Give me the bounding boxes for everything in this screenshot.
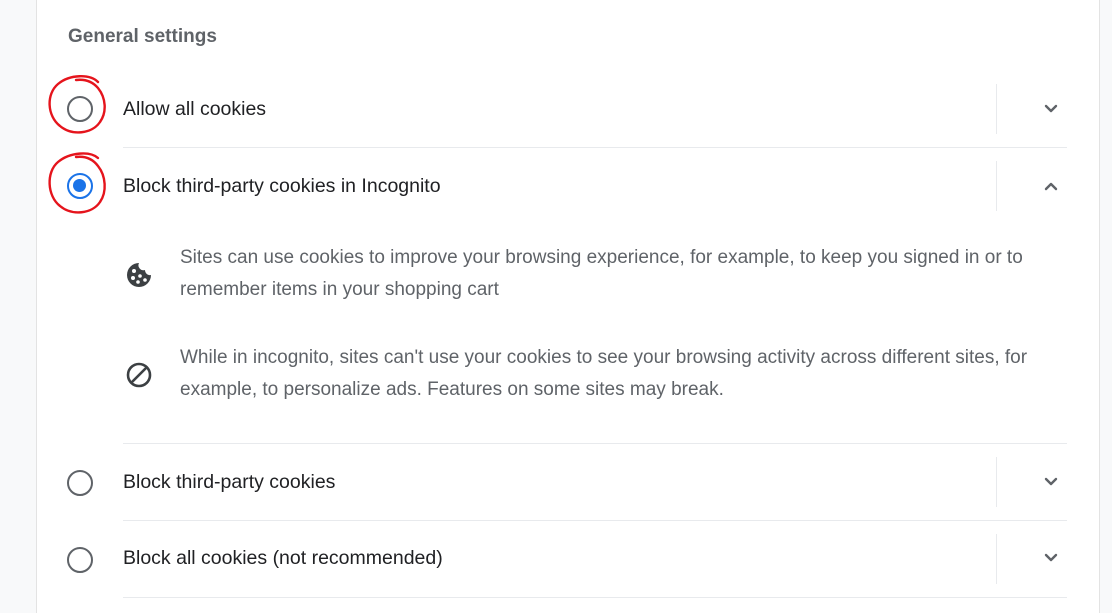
chevron-down-icon[interactable] [1039, 546, 1063, 570]
option-allow-all-cookies[interactable]: Allow all cookies [36, 71, 1098, 147]
divider [996, 457, 997, 507]
cookie-icon [127, 263, 151, 287]
option-label: Block all cookies (not recommended) [123, 547, 443, 569]
radio-button[interactable] [67, 547, 93, 573]
radio-button-selected[interactable] [67, 173, 93, 199]
radio-button[interactable] [67, 96, 93, 122]
option-label: Allow all cookies [123, 98, 267, 120]
option-label: Block third-party cookies [123, 471, 336, 493]
detail-text: Sites can use cookies to improve your br… [180, 247, 1023, 300]
divider [996, 534, 997, 584]
divider [123, 597, 1067, 598]
section-title: General settings [68, 26, 217, 47]
option-block-third-party[interactable]: Block third-party cookies [36, 444, 1098, 520]
chevron-down-icon[interactable] [1039, 97, 1063, 121]
option-block-third-party-incognito[interactable]: Block third-party cookies in Incognito [36, 148, 1098, 224]
detail-text: While in incognito, sites can't use your… [180, 347, 1028, 400]
chevron-down-icon[interactable] [1039, 470, 1063, 494]
radio-button[interactable] [67, 470, 93, 496]
option-block-all-cookies[interactable]: Block all cookies (not recommended) [36, 521, 1098, 597]
chevron-up-icon[interactable] [1039, 174, 1063, 198]
option-label: Block third-party cookies in Incognito [123, 175, 441, 197]
divider [996, 161, 997, 211]
block-icon [126, 362, 152, 388]
divider [996, 84, 997, 134]
